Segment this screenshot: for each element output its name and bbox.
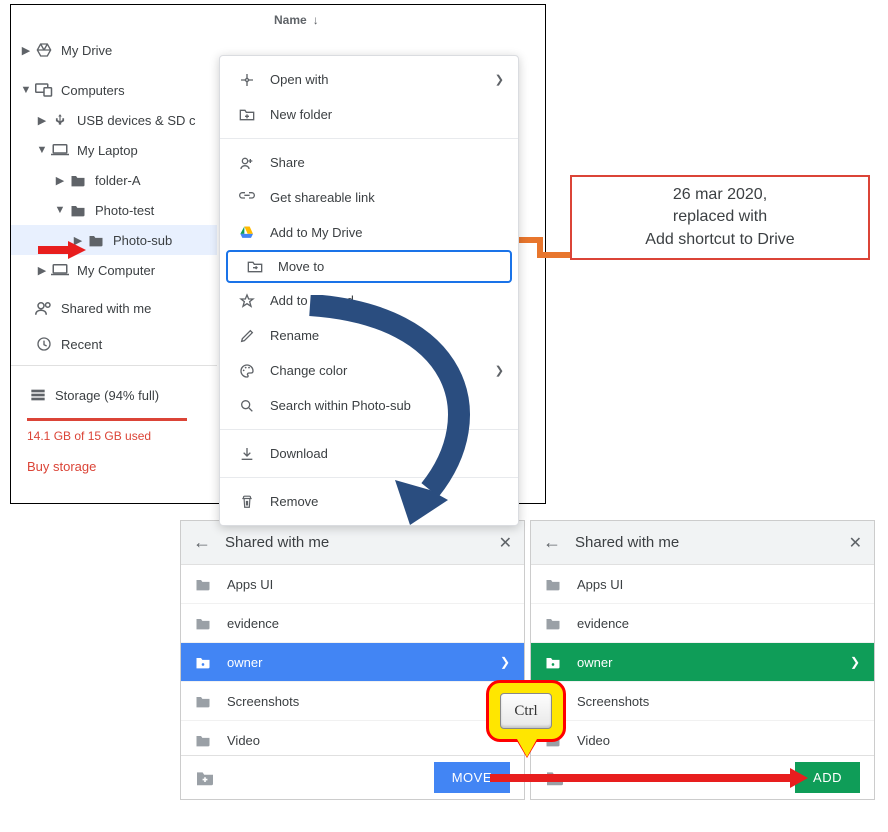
close-icon[interactable]: ✕ xyxy=(849,533,862,553)
folder-icon xyxy=(195,617,217,630)
storage-row[interactable]: Storage (94% full) xyxy=(27,380,217,410)
usb-icon xyxy=(49,113,71,127)
caret-icon[interactable]: ▶ xyxy=(19,44,33,57)
shared-folder-icon xyxy=(195,656,217,669)
back-icon[interactable]: ← xyxy=(193,532,211,553)
move-popup-green: ← Shared with me ✕ Apps UI evidence owne… xyxy=(530,520,875,800)
list-item[interactable]: Apps UI xyxy=(531,565,874,604)
list-item[interactable]: evidence xyxy=(181,604,524,643)
folder-icon xyxy=(67,204,89,217)
menu-get-link[interactable]: Get shareable link xyxy=(220,180,518,215)
curved-arrow-icon xyxy=(280,295,520,535)
list-item[interactable]: Screenshots xyxy=(531,682,874,721)
annotation-callout: 26 mar 2020, replaced with Add shortcut … xyxy=(570,175,870,260)
trash-icon xyxy=(234,494,260,510)
storage-bar xyxy=(27,418,187,421)
popup-list: Apps UI evidence owner❯ Screenshots Vide… xyxy=(531,565,874,755)
caret-icon[interactable]: ▶ xyxy=(35,264,49,277)
red-arrow-move-to-add-icon xyxy=(490,768,810,788)
tree-item-computers[interactable]: ▼ Computers xyxy=(11,75,217,105)
menu-move-to[interactable]: Move to xyxy=(228,252,510,281)
folder-icon xyxy=(195,578,217,591)
storage-icon xyxy=(27,388,49,402)
link-icon xyxy=(234,190,260,206)
star-icon xyxy=(234,293,260,309)
popup-title: Shared with me xyxy=(225,534,499,551)
tree-item-laptop[interactable]: ▼ My Laptop xyxy=(11,135,217,165)
menu-share[interactable]: Share xyxy=(220,145,518,180)
folder-icon xyxy=(85,234,107,247)
tree-item-folder-a[interactable]: ▶ folder-A xyxy=(11,165,217,195)
share-icon xyxy=(234,155,260,171)
rename-icon xyxy=(234,328,260,344)
palette-icon xyxy=(234,363,260,379)
tree-item-usb[interactable]: ▶ USB devices & SD c xyxy=(11,105,217,135)
caret-icon[interactable]: ▶ xyxy=(35,114,49,127)
people-icon xyxy=(33,301,55,315)
ctrl-key-label: Ctrl xyxy=(500,693,552,729)
move-popup-blue: ← Shared with me ✕ Apps UI evidence owne… xyxy=(180,520,525,800)
chevron-right-icon: ❯ xyxy=(495,73,504,86)
column-header-name[interactable]: Name↓ xyxy=(274,13,319,27)
menu-new-folder[interactable]: New folder xyxy=(220,97,518,132)
menu-move-to-highlight: Move to xyxy=(226,250,512,283)
new-folder-icon xyxy=(234,108,260,122)
storage-usage: 14.1 GB of 15 GB used xyxy=(27,429,217,443)
popup-header: ← Shared with me ✕ xyxy=(531,521,874,565)
back-icon[interactable]: ← xyxy=(543,532,561,553)
caret-icon[interactable]: ▼ xyxy=(19,84,33,96)
new-folder-icon[interactable] xyxy=(195,770,215,786)
list-item[interactable]: Video xyxy=(531,721,874,755)
list-item-selected[interactable]: owner❯ xyxy=(181,643,524,682)
clock-icon xyxy=(33,336,55,352)
tree-item-recent[interactable]: Recent xyxy=(11,329,217,359)
popup-list: Apps UI evidence owner❯ Screenshots Vide… xyxy=(181,565,524,755)
shared-folder-icon xyxy=(545,656,567,669)
caret-icon[interactable]: ▼ xyxy=(35,144,49,156)
chevron-right-icon: ❯ xyxy=(850,655,860,669)
close-icon[interactable]: ✕ xyxy=(499,533,512,553)
popup-footer: MOVE xyxy=(181,755,524,799)
search-icon xyxy=(234,398,260,414)
download-icon xyxy=(234,446,260,462)
ctrl-key-badge: Ctrl xyxy=(486,680,566,742)
sort-arrow-icon: ↓ xyxy=(313,13,319,27)
caret-icon[interactable]: ▼ xyxy=(53,204,67,216)
tree-item-shared[interactable]: Shared with me xyxy=(11,293,217,323)
open-with-icon xyxy=(234,72,260,88)
list-item[interactable]: evidence xyxy=(531,604,874,643)
divider xyxy=(11,365,217,366)
chevron-right-icon: ❯ xyxy=(500,655,510,669)
menu-separator xyxy=(220,138,518,139)
buy-storage-link[interactable]: Buy storage xyxy=(27,459,217,474)
menu-add-to-drive[interactable]: Add to My Drive xyxy=(220,215,518,250)
popup-title: Shared with me xyxy=(575,534,849,551)
folder-icon xyxy=(195,695,217,708)
folder-icon xyxy=(195,734,217,747)
folder-icon xyxy=(545,578,567,591)
storage-section: Storage (94% full) 14.1 GB of 15 GB used… xyxy=(11,372,217,474)
drive-icon xyxy=(33,42,55,58)
pointer-arrow-icon xyxy=(38,240,88,260)
drive-add-icon xyxy=(234,225,260,240)
folder-icon xyxy=(545,617,567,630)
list-item-selected[interactable]: owner❯ xyxy=(531,643,874,682)
menu-open-with[interactable]: Open with❯ xyxy=(220,62,518,97)
list-item[interactable]: Video xyxy=(181,721,524,755)
caret-icon[interactable]: ▶ xyxy=(53,174,67,187)
laptop-icon xyxy=(49,143,71,157)
move-to-icon xyxy=(242,260,268,274)
laptop-icon xyxy=(49,263,71,277)
tree-item-my-drive[interactable]: ▶ My Drive xyxy=(11,35,217,65)
list-item[interactable]: Apps UI xyxy=(181,565,524,604)
list-item[interactable]: Screenshots xyxy=(181,682,524,721)
tree-item-photo-test[interactable]: ▼ Photo-test xyxy=(11,195,217,225)
devices-icon xyxy=(33,83,55,97)
folder-icon xyxy=(67,174,89,187)
